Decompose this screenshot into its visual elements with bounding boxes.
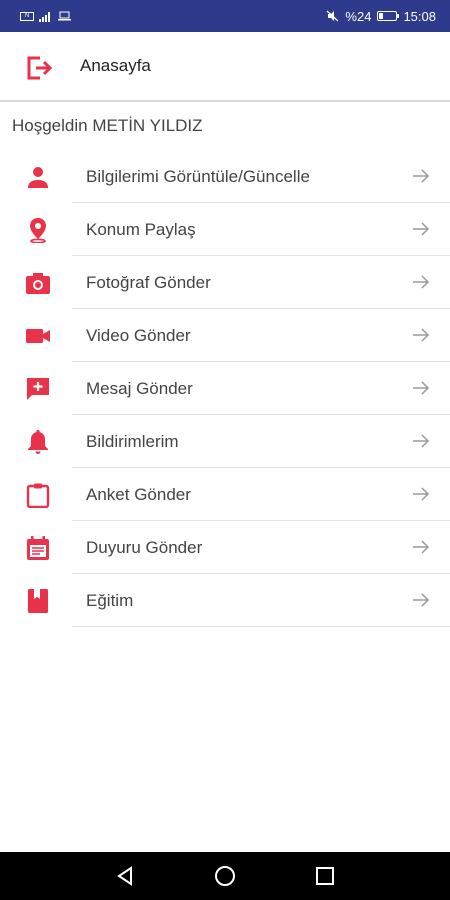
menu-item-label: Duyuru Gönder [86,538,203,557]
menu-item-label: Bilgilerimi Görüntüle/Güncelle [86,167,310,186]
video-camera-icon [26,329,50,343]
status-left-icons: N [20,11,71,22]
arrow-right-icon [413,381,430,395]
status-right-icons: %24 15:08 [326,9,436,24]
arrow-right-icon [413,593,430,607]
menu-item-9[interactable]: Eğitim [0,574,450,627]
menu-item-1[interactable]: Bilgilerimi Görüntüle/Güncelle [0,150,450,203]
clipboard-icon [26,483,50,508]
arrow-right-icon [413,540,430,554]
menu-item-label: Bildirimlerim [86,432,179,451]
menu-item-6[interactable]: Bildirimlerim [0,415,450,468]
arrow-right-icon [413,328,430,342]
app-header: Anasayfa [0,32,450,102]
menu-item-label: Anket Gönder [86,485,191,504]
menu-item-7[interactable]: Anket Gönder [0,468,450,521]
exit-icon[interactable] [24,54,52,82]
bookmark-icon [28,589,48,613]
menu-item-8[interactable]: Duyuru Gönder [0,521,450,574]
recents-icon[interactable] [314,865,336,887]
add-message-icon [27,378,49,400]
main-menu: Bilgilerimi Görüntüle/Güncelle Konum Payl… [0,150,450,627]
menu-item-label: Mesaj Gönder [86,379,193,398]
calendar-note-icon [27,536,49,560]
page-title: Anasayfa [80,56,151,75]
system-nav-bar [0,852,450,900]
camera-icon [26,273,50,294]
arrow-right-icon [413,434,430,448]
status-bar: N %24 15:08 [0,0,450,32]
arrow-right-icon [413,487,430,501]
back-icon[interactable] [114,865,136,887]
arrow-right-icon [413,275,430,289]
battery-percent: %24 [345,8,372,24]
menu-item-3[interactable]: Fotoğraf Gönder [0,256,450,309]
mute-icon [326,10,339,22]
menu-item-label: Video Gönder [86,326,191,345]
arrow-right-icon [413,222,430,236]
battery-icon [377,11,400,21]
menu-divider [72,626,450,627]
battery-fill [379,13,384,19]
nfc-icon: N [20,11,34,21]
person-icon [28,167,48,188]
menu-item-2[interactable]: Konum Paylaş [0,203,450,256]
menu-item-5[interactable]: Mesaj Gönder [0,362,450,415]
status-time: 15:08 [403,8,436,24]
laptop-icon [58,11,71,21]
menu-item-label: Eğitim [86,591,134,610]
bell-icon [28,429,48,454]
home-icon[interactable] [214,865,236,887]
menu-item-label: Konum Paylaş [86,220,196,239]
location-pin-icon [30,218,46,243]
menu-item-label: Fotoğraf Gönder [86,273,211,292]
signal-icon [39,11,50,22]
menu-item-4[interactable]: Video Gönder [0,309,450,362]
welcome-text: Hoşgeldin METİN YILDIZ [12,116,203,135]
arrow-right-icon [413,169,430,183]
